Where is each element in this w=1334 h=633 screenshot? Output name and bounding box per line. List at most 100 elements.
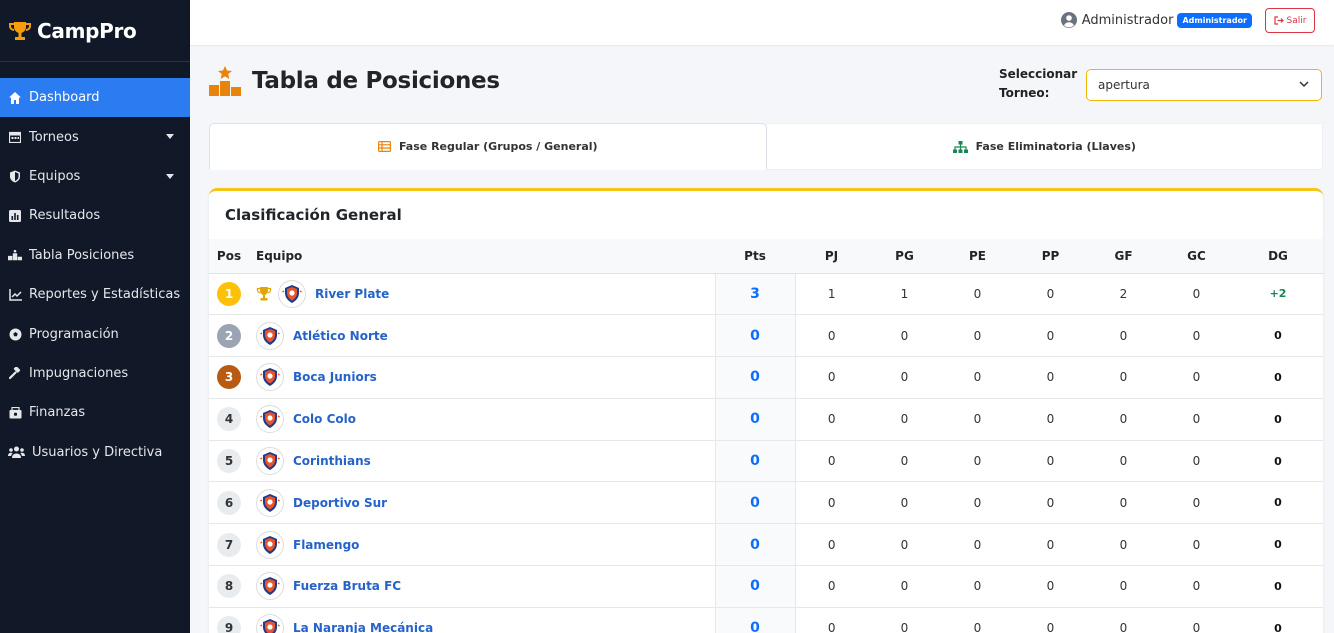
cell-pos: 2 [209,314,249,358]
cell-pe: 0 [941,273,1014,316]
sidebar-item-equipos[interactable]: Equipos [0,157,190,196]
cell-gc: 0 [1160,356,1233,399]
team-link[interactable]: La Naranja Mecánica [293,621,433,633]
team-link[interactable]: Corinthians [293,454,371,468]
table-row: 4 Colo Colo 0 0 0 0 0 0 0 0 [209,398,1323,441]
cell-gf: 0 [1087,607,1160,633]
standings-card: Clasificación General Pos Equipo Pts PJ … [209,188,1323,633]
col-pe[interactable]: PE [941,239,1014,274]
user-menu[interactable]: Administrador Administrador [1060,12,1252,28]
team-link[interactable]: Deportivo Sur [293,496,387,510]
sidebar-item-finanzas[interactable]: Finanzas [0,393,190,432]
table-row: 3 Boca Juniors 0 0 0 0 0 0 0 0 [209,356,1323,399]
team-link[interactable]: Colo Colo [293,412,356,426]
line-chart-icon [8,288,22,302]
cell-pe: 0 [941,314,1014,358]
tournament-select[interactable]: apertura [1086,69,1322,101]
cell-pp: 0 [1014,440,1087,483]
gavel-icon [8,366,22,380]
col-team[interactable]: Equipo [249,239,715,274]
cell-pos: 1 [209,273,249,316]
sign-out-icon [1273,16,1284,25]
team-link[interactable]: Boca Juniors [293,370,377,384]
tab-label: Fase Regular (Grupos / General) [398,140,598,153]
cell-pts: 0 [714,398,796,441]
team-wrap: Flamengo [256,530,715,559]
sidebar-item-programacion[interactable]: Programación [0,314,190,353]
cell-gc: 0 [1160,565,1233,608]
cell-dg: +2 [1233,273,1323,316]
cell-gf: 0 [1087,523,1160,567]
team-wrap: Deportivo Sur [256,488,715,517]
cell-team: Fuerza Bruta FC [249,565,715,608]
team-link[interactable]: River Plate [315,287,389,301]
standings-body: 1 River Plate 3 1 1 0 0 2 0 +2 2 Atlético Norte 0 0 0 0… [209,273,1323,633]
team-link[interactable]: Fuerza Bruta FC [293,579,401,593]
table-row: 7 Flamengo 0 0 0 0 0 0 0 0 [209,523,1323,567]
sidebar-nav: Dashboard Torneos Equipos Resultados Tab… [0,78,190,472]
sidebar-item-tabla-posiciones[interactable]: Tabla Posiciones [0,236,190,275]
label-line-1: Seleccionar [999,67,1078,81]
cell-pts: 0 [714,607,796,633]
cell-pg: 1 [868,273,941,316]
sidebar-item-usuarios[interactable]: Usuarios y Directiva [0,433,190,472]
position-badge: 2 [217,323,241,348]
cell-dg: 0 [1233,565,1323,608]
cell-dg: 0 [1233,356,1323,399]
col-pts[interactable]: Pts [715,239,795,274]
sidebar-item-label: Resultados [29,208,101,224]
cell-team: Flamengo [249,523,715,567]
cell-pg: 0 [868,523,941,567]
col-gf[interactable]: GF [1087,239,1160,274]
cell-pos: 6 [209,481,249,525]
sidebar-item-label: Impugnaciones [29,365,129,381]
team-link[interactable]: Atlético Norte [293,329,388,343]
cell-pe: 0 [941,356,1014,399]
sidebar-item-label: Programación [29,326,119,342]
cell-dg: 0 [1233,523,1323,567]
cell-dg: 0 [1233,440,1323,483]
cell-pj: 0 [795,481,868,525]
cell-dg: 0 [1233,314,1323,358]
users-icon [8,445,25,459]
cell-pe: 0 [941,440,1014,483]
brand-name: CampPro [37,18,137,43]
position-badge: 8 [217,574,241,599]
tab-fase-eliminatoria[interactable]: Fase Eliminatoria (Llaves) [766,123,1323,170]
sidebar-item-label: Torneos [29,129,79,145]
position-badge: 1 [217,281,241,306]
col-pp[interactable]: PP [1014,239,1087,274]
cell-pos: 9 [209,607,249,633]
home-icon [8,91,22,105]
col-pos[interactable]: Pos [209,239,249,274]
team-crest-icon [256,363,284,392]
col-dg[interactable]: DG [1233,239,1323,274]
position-badge: 3 [217,365,241,390]
sidebar-item-resultados[interactable]: Resultados [0,196,190,235]
brand[interactable]: CampPro [0,0,190,62]
sidebar-item-dashboard[interactable]: Dashboard [0,78,190,118]
cell-gf: 0 [1087,481,1160,525]
logout-button[interactable]: Salir [1265,8,1315,33]
col-gc[interactable]: GC [1160,239,1233,274]
sidebar-item-impugnaciones[interactable]: Impugnaciones [0,354,190,393]
sitemap-icon [952,140,968,153]
sidebar-item-reportes[interactable]: Reportes y Estadísticas [0,275,190,314]
page-header: Tabla de Posiciones [208,66,500,96]
sidebar-item-torneos[interactable]: Torneos [0,117,190,156]
cell-pe: 0 [941,565,1014,608]
shield-icon [8,169,22,183]
standings-table: Pos Equipo Pts PJ PG PE PP GF GC DG 1 Riv… [209,239,1323,633]
cell-pj: 0 [795,398,868,441]
table-row: 9 La Naranja Mecánica 0 0 0 0 0 0 0 0 [209,607,1323,633]
col-pg[interactable]: PG [868,239,941,274]
tab-fase-regular[interactable]: Fase Regular (Grupos / General) [209,123,767,170]
cell-pts: 0 [714,565,796,608]
cell-pe: 0 [941,523,1014,567]
cell-pg: 0 [868,356,941,399]
team-link[interactable]: Flamengo [293,538,359,552]
team-wrap: River Plate [256,279,715,308]
cell-pp: 0 [1014,398,1087,441]
cell-gf: 0 [1087,398,1160,441]
col-pj[interactable]: PJ [795,239,868,274]
